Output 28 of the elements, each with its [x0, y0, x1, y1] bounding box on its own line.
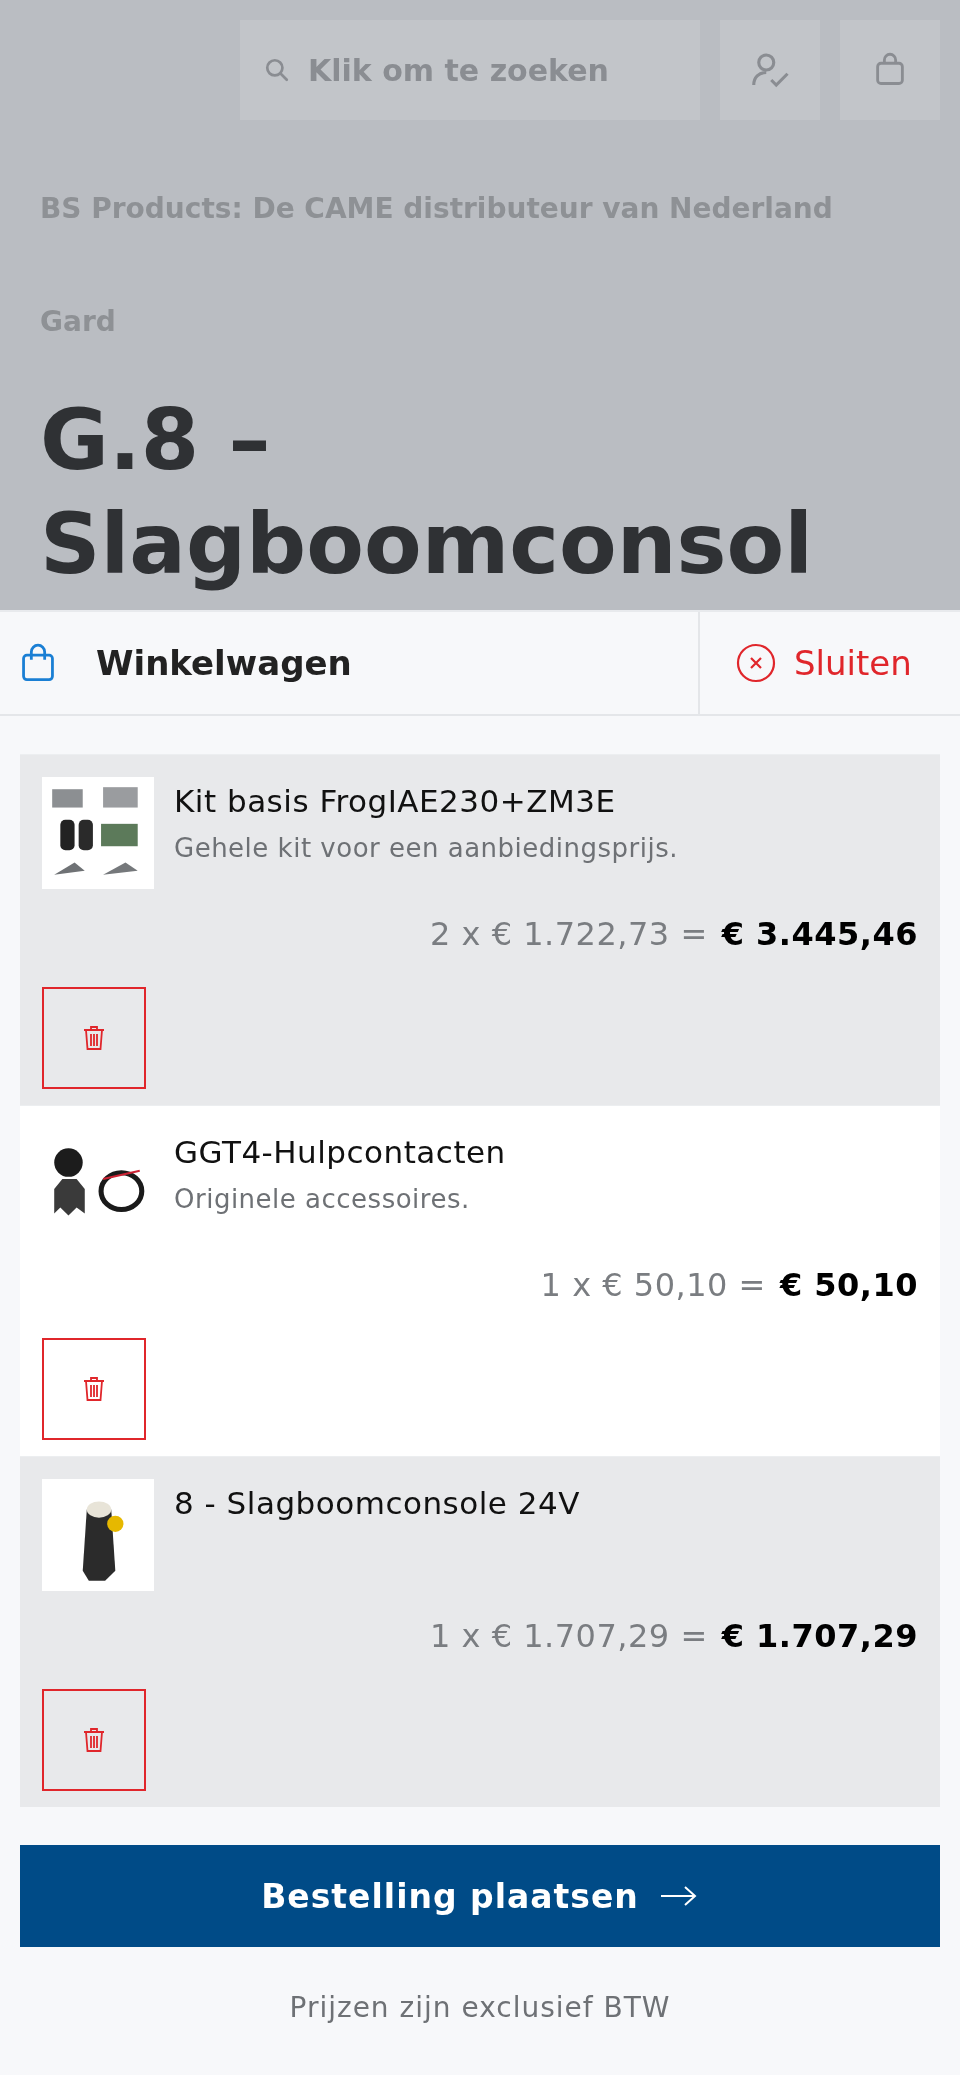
search-field[interactable]: Klik om te zoeken	[240, 20, 700, 120]
trash-icon	[82, 1725, 106, 1755]
page-heading: G.8 –	[40, 390, 272, 491]
cart-title: Winkelwagen	[96, 643, 352, 683]
delete-button[interactable]	[42, 1338, 146, 1440]
order-button[interactable]: Bestelling plaatsen	[20, 1845, 940, 1947]
page-heading: Slagboomconsol	[40, 494, 814, 595]
price-calculation: 1 x € 1.707,29 =	[430, 1617, 708, 1655]
vat-note: Prijzen zijn exclusief BTW	[288, 1991, 672, 2024]
arrow-right-icon	[658, 1884, 699, 1908]
product-name[interactable]: 8 - Slagboomconsole 24V	[174, 1479, 580, 1521]
close-button[interactable]: Sluiten	[698, 612, 960, 714]
product-name[interactable]: GGT4-Hulpcontacten	[174, 1128, 506, 1170]
product-description: Originele accessoires.	[174, 1184, 471, 1214]
product-name[interactable]: Kit basis FrogIAE230+ZM3E	[174, 777, 678, 819]
product-description: Gehele kit voor een aanbiedingsprijs.	[174, 833, 678, 863]
close-icon	[736, 643, 776, 683]
line-total: € 3.445,46	[721, 915, 918, 953]
line-total: € 1.707,29	[721, 1617, 918, 1655]
delete-button[interactable]	[42, 987, 146, 1089]
price-calculation: 1 x € 50,10 =	[540, 1266, 766, 1304]
price-calculation: 2 x € 1.722,73 =	[430, 915, 708, 953]
trash-icon	[82, 1023, 106, 1053]
line-total: € 50,10	[779, 1266, 918, 1304]
user-icon	[750, 50, 790, 90]
delete-button[interactable]	[42, 1689, 146, 1791]
trash-icon	[82, 1374, 106, 1404]
bag-icon	[20, 643, 56, 683]
